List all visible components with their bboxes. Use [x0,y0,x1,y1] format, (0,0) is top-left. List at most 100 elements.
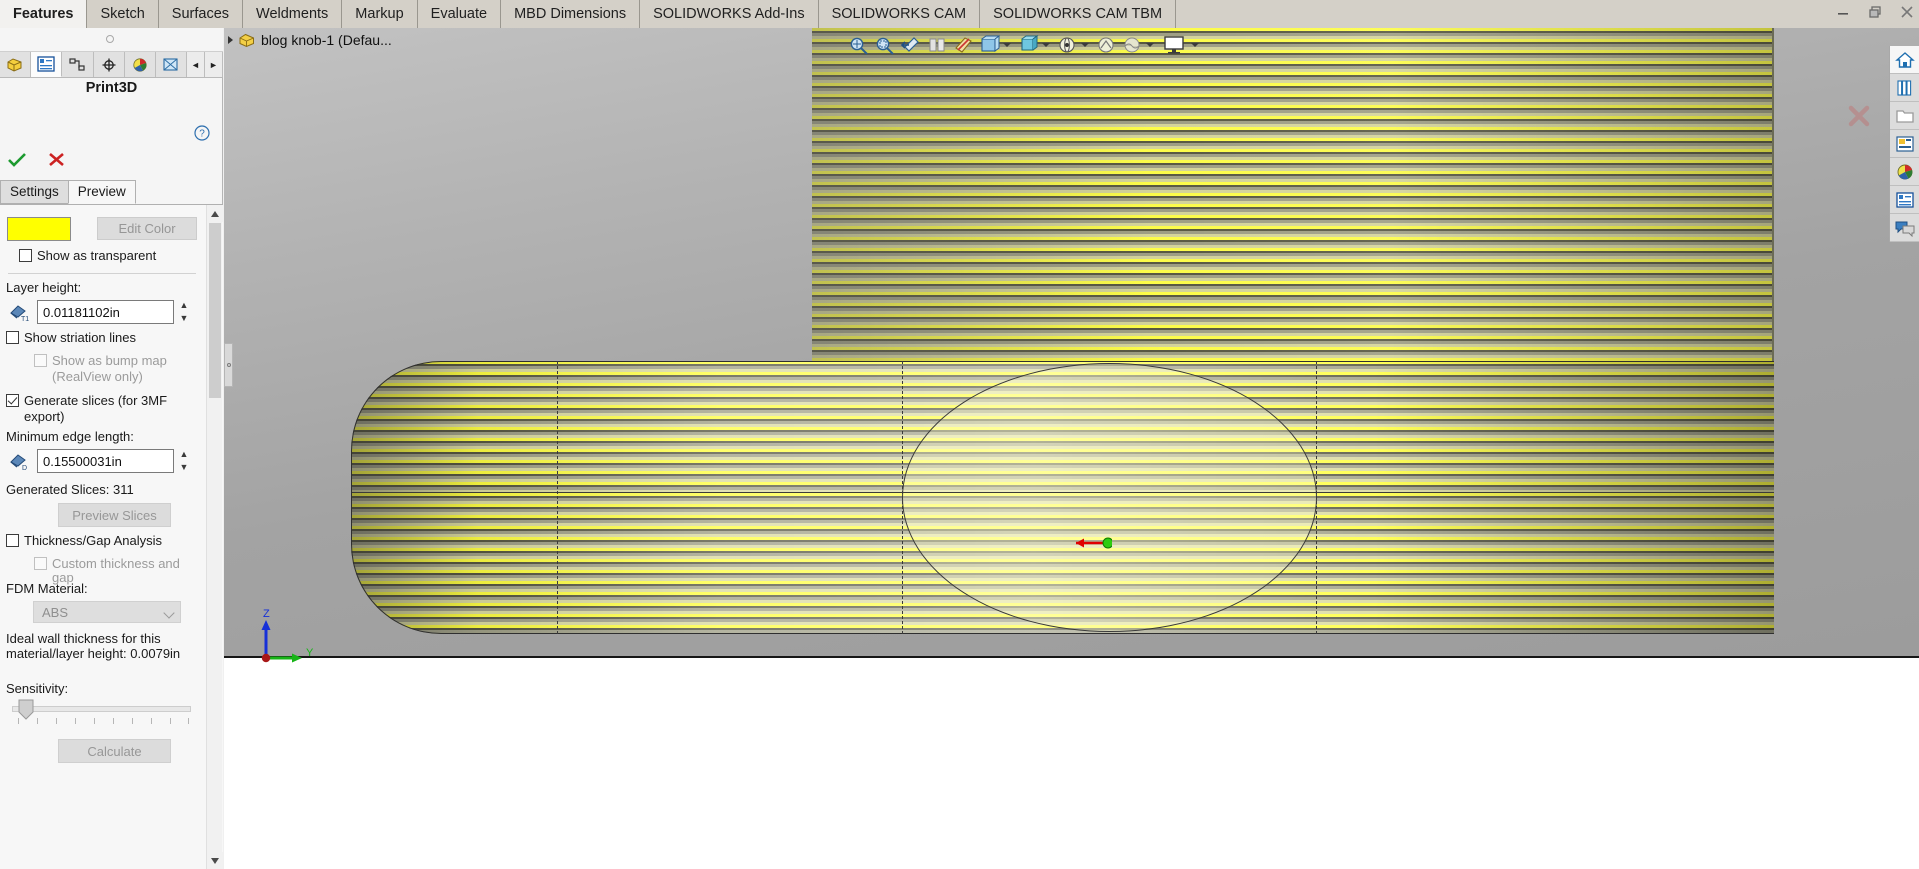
model-knob-body[interactable] [351,361,1774,634]
custom-properties-icon[interactable] [1890,186,1919,214]
generated-slices-value: 311 [113,482,134,497]
fdm-material-select[interactable]: ABS [33,601,181,623]
minimum-edge-length-input[interactable] [37,449,174,473]
generate-slices-row[interactable]: Generate slices (for 3MF export) [6,394,167,424]
solidworks-resources-home-icon[interactable] [1890,46,1919,74]
calculate-button[interactable]: Calculate [58,739,171,763]
scrollbar-thumb[interactable] [209,223,221,398]
show-as-transparent-checkbox[interactable] [19,249,32,262]
view-settings-icon[interactable] [1120,33,1144,57]
restore-icon[interactable] [1867,4,1883,20]
ribbon-tab-sketch[interactable]: Sketch [87,0,159,28]
ribbon-tab-markup[interactable]: Markup [342,0,418,28]
previous-view-icon[interactable] [899,33,923,57]
calculate-label: Calculate [87,743,142,759]
divider [8,273,196,274]
ribbon-tab-surfaces[interactable]: Surfaces [158,0,244,28]
appearances-scenes-decals-icon[interactable] [1890,158,1919,186]
minimum-edge-length-spinner[interactable]: ▲ ▼ [176,449,192,473]
solidworks-forum-icon[interactable] [1890,214,1919,242]
ribbon-tab-label: SOLIDWORKS CAM [831,6,967,22]
part-icon [239,33,254,48]
render-manager-tab[interactable] [155,52,188,77]
thickness-gap-analysis-checkbox[interactable] [6,534,19,547]
generate-slices-checkbox[interactable] [6,394,19,407]
thickness-gap-analysis-row[interactable]: Thickness/Gap Analysis [6,534,162,548]
cancel-button[interactable] [46,151,68,169]
expand-arrow-icon[interactable] [228,36,233,44]
ribbon-tab-mbd-dimensions[interactable]: MBD Dimensions [501,0,641,28]
show-striation-lines-checkbox[interactable] [6,331,19,344]
feature-manager-tree-tab[interactable] [0,52,32,77]
ok-button[interactable] [6,151,28,169]
fdm-material-value: ABS [42,604,69,620]
zoom-to-area-icon[interactable] [873,33,897,57]
spin-down-icon[interactable]: ▼ [180,463,189,472]
dimxpert-manager-tab[interactable] [93,52,125,77]
close-icon[interactable] [1899,4,1915,20]
hide-show-items-icon[interactable] [1016,33,1040,57]
manager-tab-next-button[interactable]: ► [205,52,223,77]
edit-color-button[interactable]: Edit Color [97,217,197,240]
appearance-caret-icon[interactable] [1081,43,1089,47]
graphics-viewport[interactable]: blog knob-1 (Defau... Z Y [224,28,1919,869]
ribbon-tab-solidworks-add-ins[interactable]: SOLIDWORKS Add-Ins [640,0,819,28]
zoom-to-fit-icon[interactable] [847,33,871,57]
spin-up-icon[interactable]: ▲ [180,301,189,310]
close-document-icon[interactable] [1846,103,1872,129]
show-as-bump-map-row: Show as bump map (RealView only) [34,354,167,384]
ribbon-tab-weldments[interactable]: Weldments [243,0,343,28]
preview-slices-label: Preview Slices [72,507,157,523]
panel-collapse-handle[interactable] [224,343,233,387]
ribbon-filler [1176,0,1919,28]
show-striation-lines-row[interactable]: Show striation lines [6,331,136,345]
pin-dot-icon[interactable] [106,35,114,43]
color-swatch[interactable] [7,217,71,241]
spin-down-icon[interactable]: ▼ [180,314,189,323]
design-library-icon[interactable] [1890,74,1919,102]
show-striation-lines-label: Show striation lines [24,330,136,345]
ideal-wall-thickness-text: Ideal wall thickness for this material/l… [6,631,198,661]
help-icon[interactable]: ? [194,125,210,141]
property-manager-tab[interactable] [31,52,63,77]
generate-slices-sublabel: export) [24,409,65,424]
spin-up-icon[interactable]: ▲ [180,450,189,459]
view-palette-icon[interactable] [1890,130,1919,158]
viewport-layout-icon[interactable] [1159,33,1189,57]
tab-label: Settings [10,184,59,199]
display-manager-tab[interactable] [124,52,156,77]
sensitivity-slider-thumb[interactable] [18,699,34,720]
scene-caret-icon[interactable] [1146,43,1154,47]
layer-height-spinner[interactable]: ▲ ▼ [176,300,192,324]
view-orientation-icon[interactable] [951,33,975,57]
sensitivity-slider-track[interactable] [12,706,191,712]
manager-tab-prev-button[interactable]: ◄ [187,52,205,77]
apply-scene-icon[interactable] [1094,33,1118,57]
viewport-layout-caret-icon[interactable] [1191,43,1199,47]
ribbon-tab-solidworks-cam[interactable]: SOLIDWORKS CAM [818,0,981,28]
model-upper-slab[interactable] [812,28,1774,381]
minimize-icon[interactable] [1835,4,1851,20]
edit-appearance-icon[interactable] [1055,33,1079,57]
show-as-transparent-row[interactable]: Show as transparent [19,249,156,263]
ribbon-tab-evaluate[interactable]: Evaluate [417,0,502,28]
display-style-caret-icon[interactable] [1003,43,1011,47]
scroll-down-arrow-icon[interactable] [207,852,223,869]
tab-preview[interactable]: Preview [67,180,136,204]
hide-show-caret-icon[interactable] [1042,43,1050,47]
property-manager-icon [37,56,55,72]
preview-slices-button[interactable]: Preview Slices [58,503,171,527]
display-style-icon[interactable] [977,33,1001,57]
feature-tree-root[interactable]: blog knob-1 (Defau... [228,32,392,48]
layer-height-input[interactable] [37,300,174,324]
ribbon-tab-solidworks-cam-tbm[interactable]: SOLIDWORKS CAM TBM [980,0,1177,28]
ribbon-tab-label: MBD Dimensions [514,6,627,22]
tab-settings[interactable]: Settings [0,180,69,204]
file-explorer-icon[interactable] [1890,102,1919,130]
configuration-manager-tab[interactable] [62,52,94,77]
ribbon-tab-label: Surfaces [171,6,230,22]
section-view-icon[interactable] [925,33,949,57]
scroll-up-arrow-icon[interactable] [207,205,223,222]
panel-scrollbar[interactable] [206,205,223,869]
ribbon-tab-features[interactable]: Features [0,0,88,28]
